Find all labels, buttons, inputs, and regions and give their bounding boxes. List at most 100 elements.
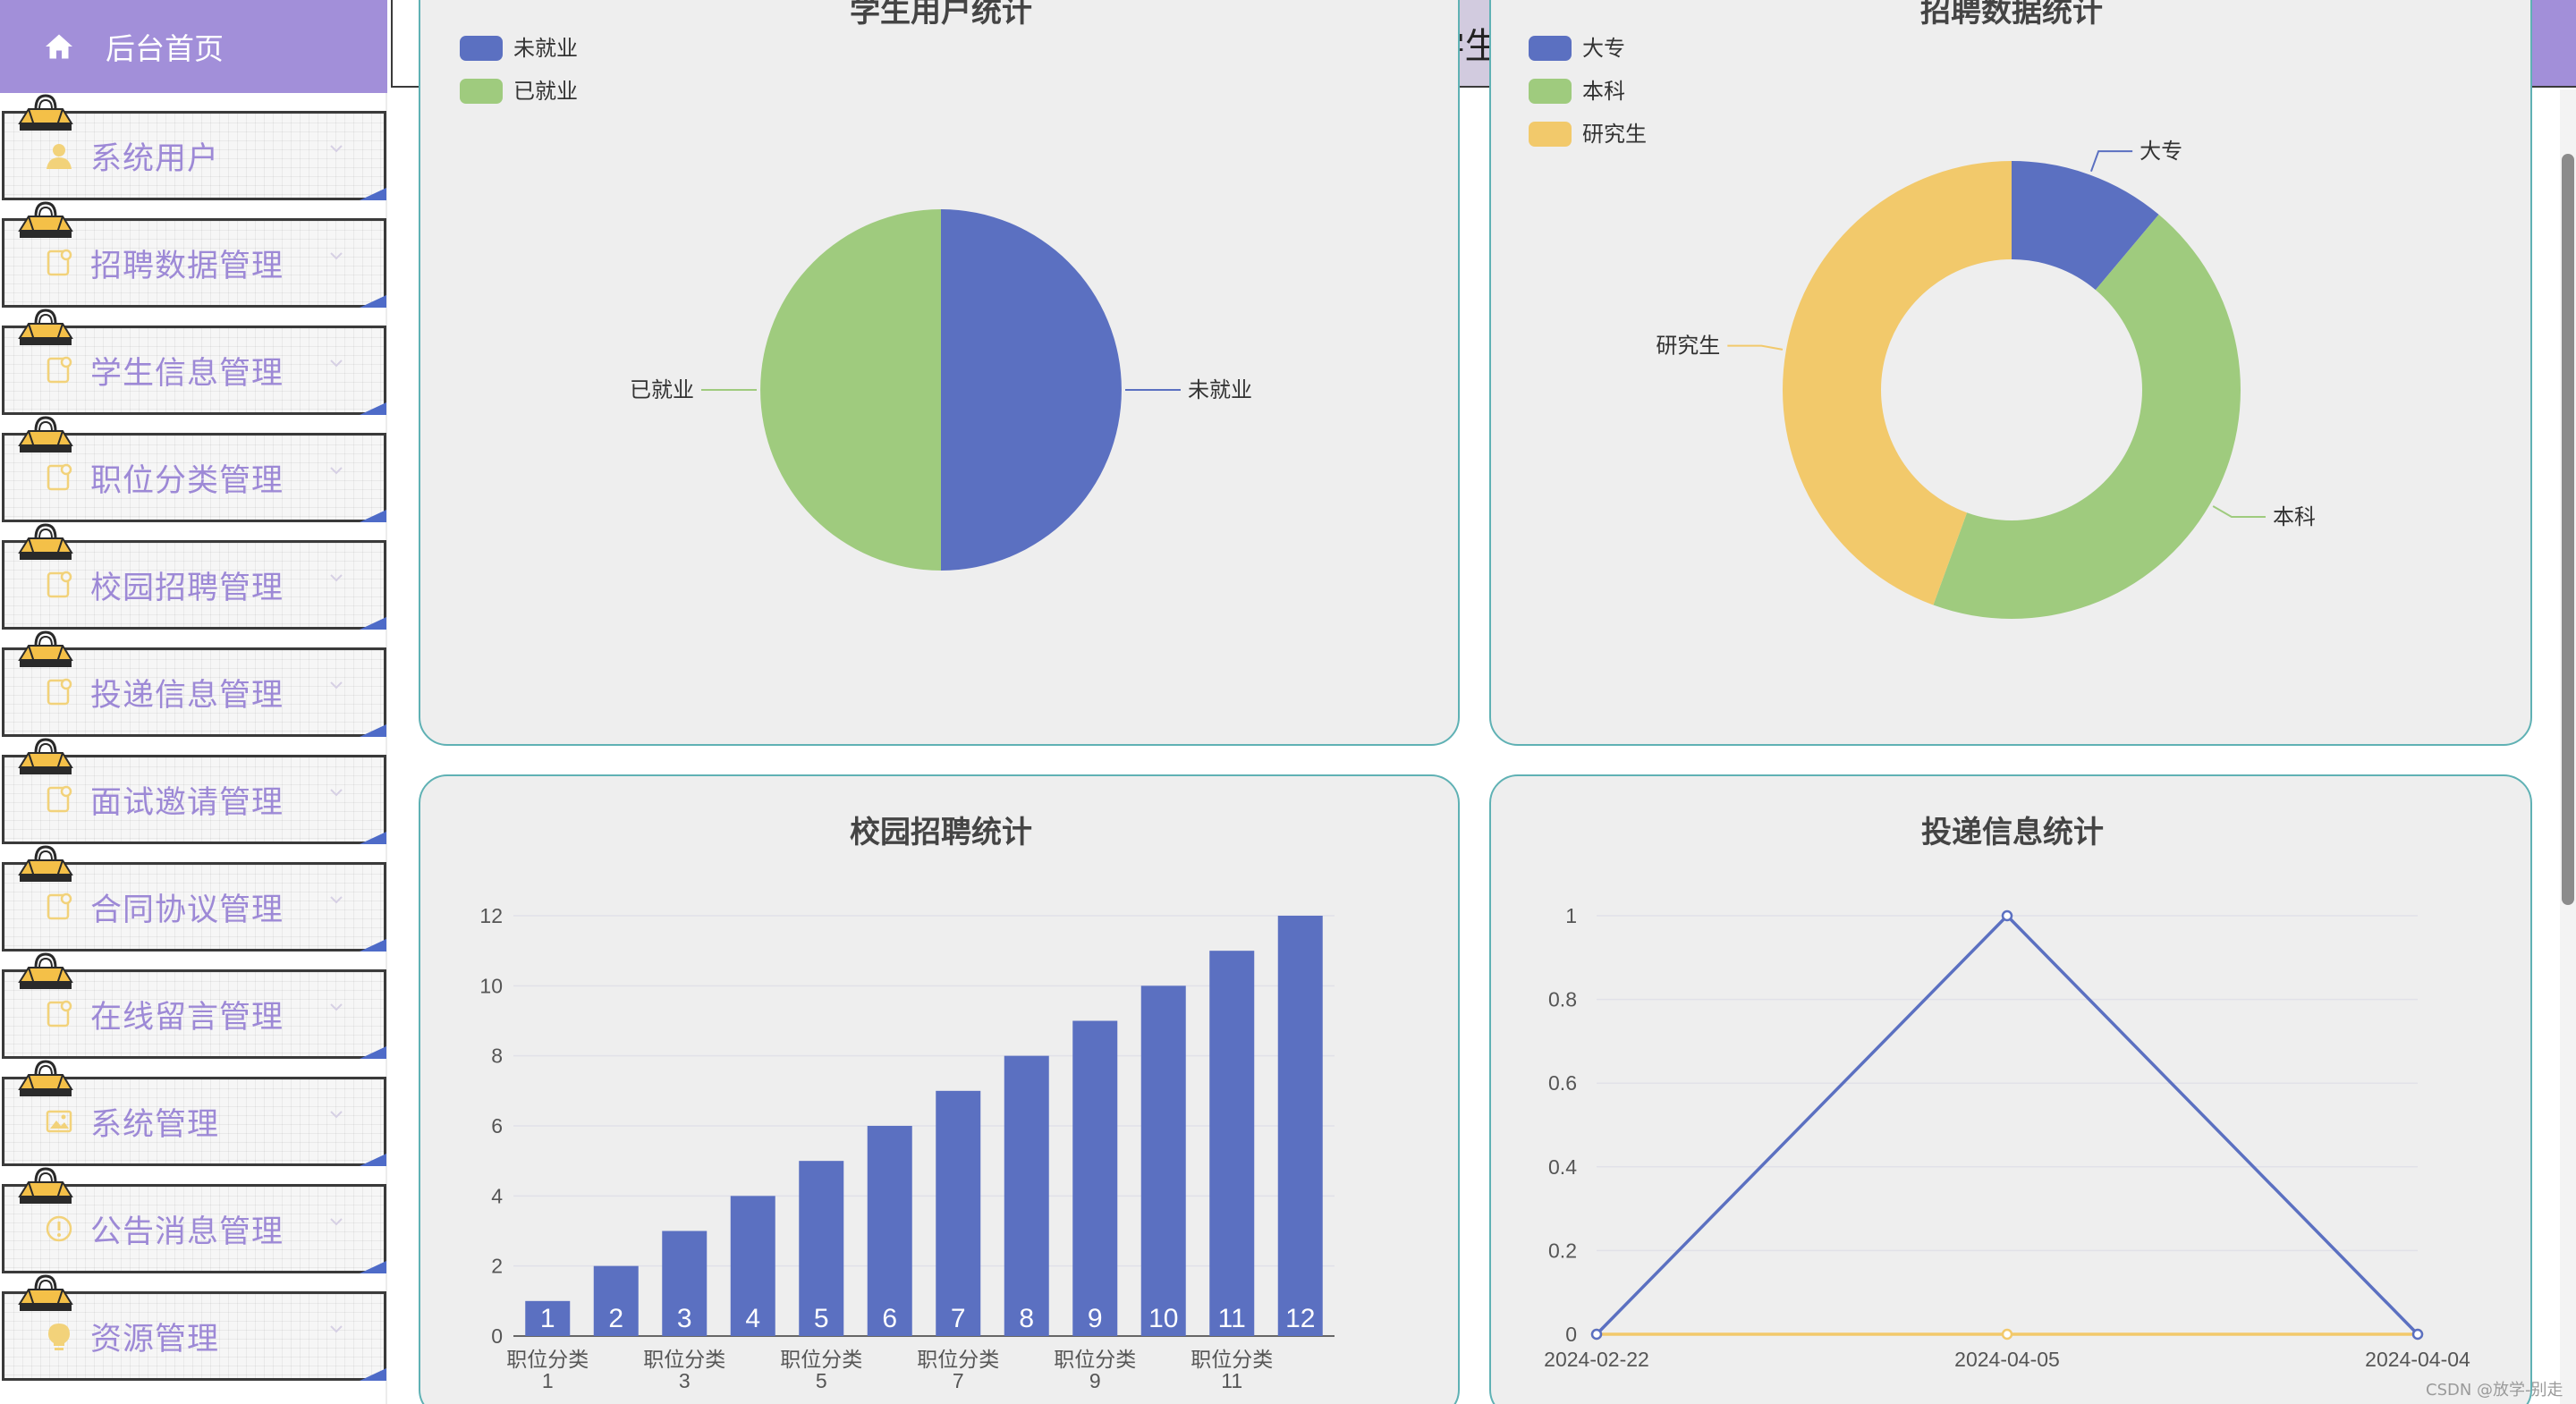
sidebar-item-label: 资源管理 xyxy=(90,1321,220,1357)
sidebar-item-label: 合同协议管理 xyxy=(90,892,284,928)
binder-clip-icon xyxy=(18,1060,73,1096)
sidebar-item-label: 在线留言管理 xyxy=(90,999,284,1036)
chevron-down-icon xyxy=(330,681,343,689)
info-icon xyxy=(46,1215,72,1242)
binder-clip-icon xyxy=(18,94,73,131)
x-tick-label: 职位分类 xyxy=(643,1348,725,1371)
sidebar-item-label: 公告消息管理 xyxy=(90,1214,284,1250)
sidebar-item-label: 面试邀请管理 xyxy=(90,784,284,821)
chevron-down-icon xyxy=(330,252,343,260)
x-tick-label: 职位分类 xyxy=(780,1348,862,1371)
user-icon xyxy=(47,144,72,169)
student-stats-panel: 学生用户统计 未就业 已就业 未就业 已就业 xyxy=(419,0,1460,746)
binder-clip-icon xyxy=(18,630,73,667)
document-icon xyxy=(47,571,72,598)
bar xyxy=(1209,951,1255,1336)
delivery-line-chart: 投递信息统计 0 0.2 0.4 0.6 0.8 1 2024-02-22 2024-04-05… xyxy=(1544,815,2470,1371)
x-tick-label: 2024-04-04 xyxy=(2365,1348,2470,1371)
chart-title: 招聘数据统计 xyxy=(1920,0,2103,29)
corner-fold xyxy=(360,1261,386,1273)
sidebar-home[interactable]: 后台首页 xyxy=(0,0,387,93)
slice-label: 已就业 xyxy=(630,378,694,402)
picture-icon xyxy=(46,1110,72,1133)
corner-fold xyxy=(360,188,386,200)
bar-value-label: 4 xyxy=(745,1304,760,1333)
sidebar-item-label: 系统用户 xyxy=(90,140,220,177)
corner-fold xyxy=(360,832,386,844)
corner-fold xyxy=(360,402,386,415)
x-tick-label: 1 xyxy=(542,1369,554,1392)
legend-label: 已就业 xyxy=(513,80,578,104)
slice-label: 大专 xyxy=(2140,140,2182,164)
bar-value-label: 8 xyxy=(1019,1304,1034,1333)
sidebar-item-label: 招聘数据管理 xyxy=(90,248,284,284)
x-tick-label: 7 xyxy=(953,1369,964,1392)
x-tick-label: 职位分类 xyxy=(917,1348,999,1371)
bar-value-label: 3 xyxy=(677,1304,692,1333)
legend-label: 本科 xyxy=(1582,80,1625,104)
chevron-down-icon xyxy=(330,896,343,904)
sidebar-item-label: 投递信息管理 xyxy=(90,677,284,714)
bar-value-label: 6 xyxy=(882,1304,897,1333)
corner-fold xyxy=(360,1046,386,1059)
y-tick-label: 0.4 xyxy=(1548,1155,1577,1179)
legend-swatch xyxy=(1529,122,1572,147)
data-point xyxy=(1590,1328,1603,1341)
watermark: CSDN @放学-别走 xyxy=(2426,1381,2563,1400)
scrollbar-thumb[interactable] xyxy=(2562,154,2574,905)
sidebar-item-label: 学生信息管理 xyxy=(90,355,284,392)
y-tick-label: 2 xyxy=(491,1255,503,1278)
slice-label-line xyxy=(1727,344,1784,351)
recruit-donut-chart: 招聘数据统计大专本科研究生大专本科研究生 xyxy=(1529,0,2316,620)
series-line xyxy=(1595,913,2419,1336)
sidebar-item-label: 校园招聘管理 xyxy=(90,570,284,606)
x-tick-label: 5 xyxy=(816,1369,827,1392)
chevron-down-icon xyxy=(330,1111,343,1119)
y-tick-label: 8 xyxy=(491,1045,503,1068)
binder-clip-icon xyxy=(18,845,73,882)
binder-clip-icon xyxy=(18,1274,73,1311)
chevron-down-icon xyxy=(330,1325,343,1333)
legend-label: 研究生 xyxy=(1582,123,1647,147)
bar-value-label: 9 xyxy=(1088,1304,1103,1333)
y-tick-label: 4 xyxy=(491,1184,503,1207)
y-tick-label: 0.6 xyxy=(1548,1071,1577,1095)
binder-clip-icon xyxy=(18,1167,73,1204)
legend-swatch xyxy=(460,79,503,104)
sidebar-item-label: 职位分类管理 xyxy=(90,462,284,499)
y-tick-label: 10 xyxy=(479,974,503,997)
y-tick-label: 6 xyxy=(491,1114,503,1138)
bar xyxy=(1004,1055,1049,1336)
legend-swatch xyxy=(1529,79,1572,104)
recruit-stats-panel: 招聘数据统计 大专 本科 研究生 大专 本科 研究生 xyxy=(1489,0,2532,746)
chart-title: 投递信息统计 xyxy=(1921,815,2104,850)
binder-clip-icon xyxy=(18,738,73,774)
chart-title: 校园招聘统计 xyxy=(850,816,1032,850)
document-icon xyxy=(47,356,72,384)
chevron-down-icon xyxy=(330,574,343,582)
home-icon xyxy=(46,34,72,59)
sidebar: 后台首页 系统用户招聘数据管理 学生信息管理 职位分类管理 校园招聘管理 投递信息管理面… xyxy=(0,0,387,1404)
y-tick-label: 0.8 xyxy=(1548,988,1577,1011)
document-icon xyxy=(47,249,72,276)
data-point xyxy=(2001,1328,2013,1341)
corner-fold xyxy=(360,510,386,522)
bar xyxy=(1277,916,1323,1336)
binder-clip-icon xyxy=(18,201,73,238)
data-point xyxy=(2411,1328,2424,1341)
bar-value-label: 7 xyxy=(951,1304,966,1333)
slice-label-line xyxy=(2212,505,2266,518)
bar-value-label: 11 xyxy=(1218,1304,1246,1333)
document-icon xyxy=(47,1000,72,1028)
corner-fold xyxy=(360,1154,386,1166)
legend-label: 未就业 xyxy=(513,37,578,61)
x-tick-label: 9 xyxy=(1089,1369,1101,1392)
corner-fold xyxy=(360,939,386,952)
legend-swatch xyxy=(1529,36,1572,61)
pie-slice xyxy=(760,209,941,571)
document-icon xyxy=(47,463,72,491)
document-icon xyxy=(47,678,72,706)
chevron-down-icon xyxy=(330,1218,343,1226)
binder-clip-icon xyxy=(18,523,73,560)
chart-title: 学生用户统计 xyxy=(850,0,1032,29)
